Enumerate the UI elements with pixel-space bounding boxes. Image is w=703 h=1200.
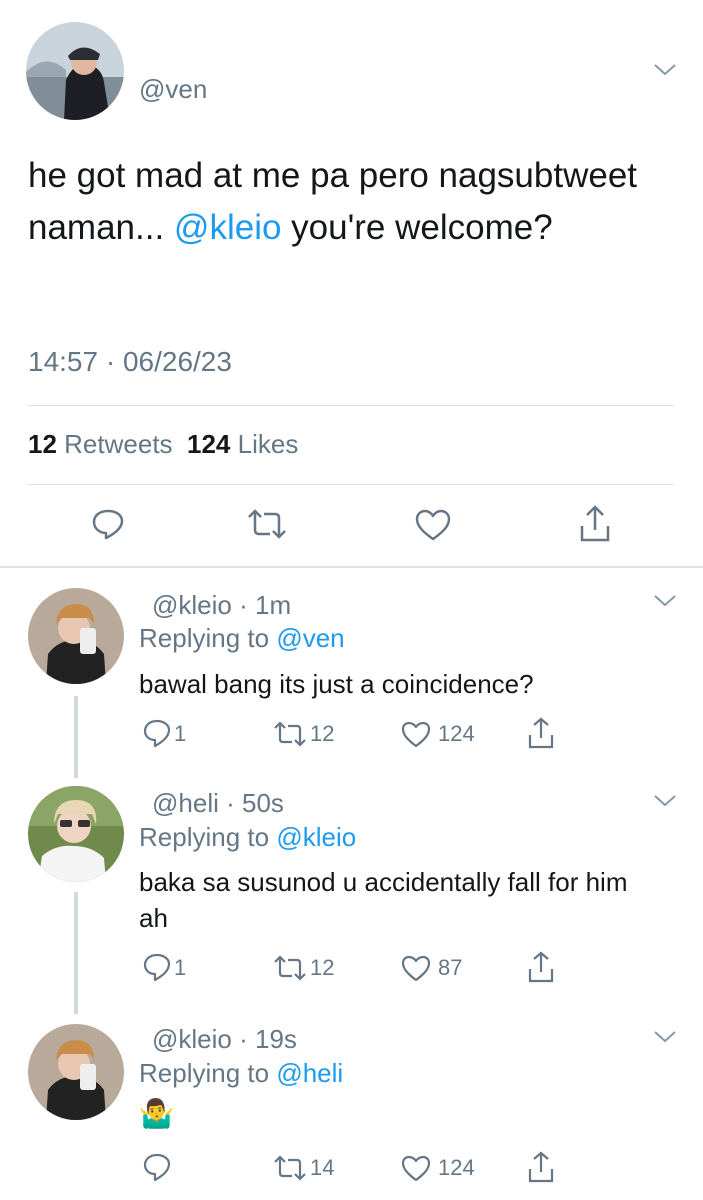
chevron-down-icon[interactable] (652, 793, 678, 809)
reply-time: · 19s (239, 1024, 297, 1054)
thread-line (74, 696, 78, 778)
tweet-actions (0, 492, 703, 556)
likes-count[interactable]: 124 (187, 429, 230, 459)
thread-line (74, 892, 78, 1014)
share-icon[interactable] (526, 716, 556, 750)
reply-text: bawal bang its just a coincidence? (139, 669, 534, 699)
avatar[interactable] (28, 588, 124, 684)
reply-actions: 1 12 124 (138, 714, 578, 754)
chevron-down-icon[interactable] (652, 1029, 678, 1045)
like-count: 124 (438, 721, 475, 746)
reply-author: @kleio · 1m (152, 590, 291, 621)
avatar[interactable] (28, 1024, 124, 1120)
like-icon[interactable] (414, 508, 452, 542)
likes-label[interactable]: Likes (238, 429, 299, 459)
avatar[interactable] (28, 786, 124, 882)
reply-handle[interactable]: @kleio (152, 1024, 232, 1054)
reply-author: @kleio · 19s (152, 1024, 297, 1055)
avatar[interactable] (26, 22, 124, 120)
reply-text: baka sa susunod u accidentally fall for … (139, 867, 628, 933)
author-handle[interactable]: @ven (139, 74, 207, 105)
reply-icon[interactable] (142, 952, 172, 984)
replying-to-link[interactable]: @kleio (276, 822, 356, 852)
replying-to-link[interactable]: @ven (276, 623, 344, 653)
reply-count: 1 (174, 721, 187, 746)
replying-to: Replying to @heli (139, 1058, 343, 1089)
replying-prefix: Replying to (139, 623, 270, 653)
chevron-down-icon[interactable] (652, 62, 678, 78)
share-icon[interactable] (526, 1150, 556, 1184)
retweet-icon[interactable] (272, 720, 308, 748)
retweet-count: 12 (310, 721, 335, 746)
retweets-label[interactable]: Retweets (64, 429, 172, 459)
replying-to: Replying to @ven (139, 623, 345, 654)
share-icon[interactable] (526, 950, 556, 984)
replying-to: Replying to @kleio (139, 822, 356, 853)
reply-count: 1 (174, 955, 187, 980)
reply-icon[interactable] (142, 718, 172, 750)
reply-handle[interactable]: @heli (152, 788, 219, 818)
share-icon[interactable] (578, 504, 612, 544)
retweet-icon[interactable] (246, 508, 288, 540)
tweet-stats: 12 Retweets 124 Likes (28, 429, 298, 460)
like-icon[interactable] (400, 954, 432, 982)
reply-icon[interactable] (142, 1152, 172, 1184)
retweet-count: 12 (310, 955, 335, 980)
reply-text: 🤷‍♂️ (139, 1098, 174, 1129)
like-count: 87 (438, 955, 463, 980)
chevron-down-icon[interactable] (652, 593, 678, 609)
divider (0, 566, 703, 568)
replying-prefix: Replying to (139, 1058, 270, 1088)
reply-time: · 1m (239, 590, 292, 620)
tweet-text-part: you're welcome? (281, 208, 553, 247)
reply-time: · 50s (226, 788, 284, 818)
mention-link[interactable]: @kleio (174, 208, 282, 247)
divider (28, 484, 674, 485)
reply-actions: 1 12 87 (138, 948, 578, 988)
retweet-icon[interactable] (272, 954, 308, 982)
retweets-count[interactable]: 12 (28, 429, 57, 459)
reply-actions: 14 124 (138, 1148, 578, 1188)
retweet-count: 14 (310, 1155, 335, 1180)
tweet-timestamp: 14:57 · 06/26/23 (28, 346, 232, 377)
like-icon[interactable] (400, 720, 432, 748)
replying-to-link[interactable]: @heli (276, 1058, 343, 1088)
replying-prefix: Replying to (139, 822, 270, 852)
like-icon[interactable] (400, 1154, 432, 1182)
tweet-text: he got mad at me pa pero nagsubtweet nam… (28, 150, 668, 254)
reply-handle[interactable]: @kleio (152, 590, 232, 620)
divider (28, 405, 674, 406)
reply-icon[interactable] (90, 506, 126, 542)
like-count: 124 (438, 1155, 475, 1180)
retweet-icon[interactable] (272, 1154, 308, 1182)
reply-author: @heli · 50s (152, 788, 284, 819)
